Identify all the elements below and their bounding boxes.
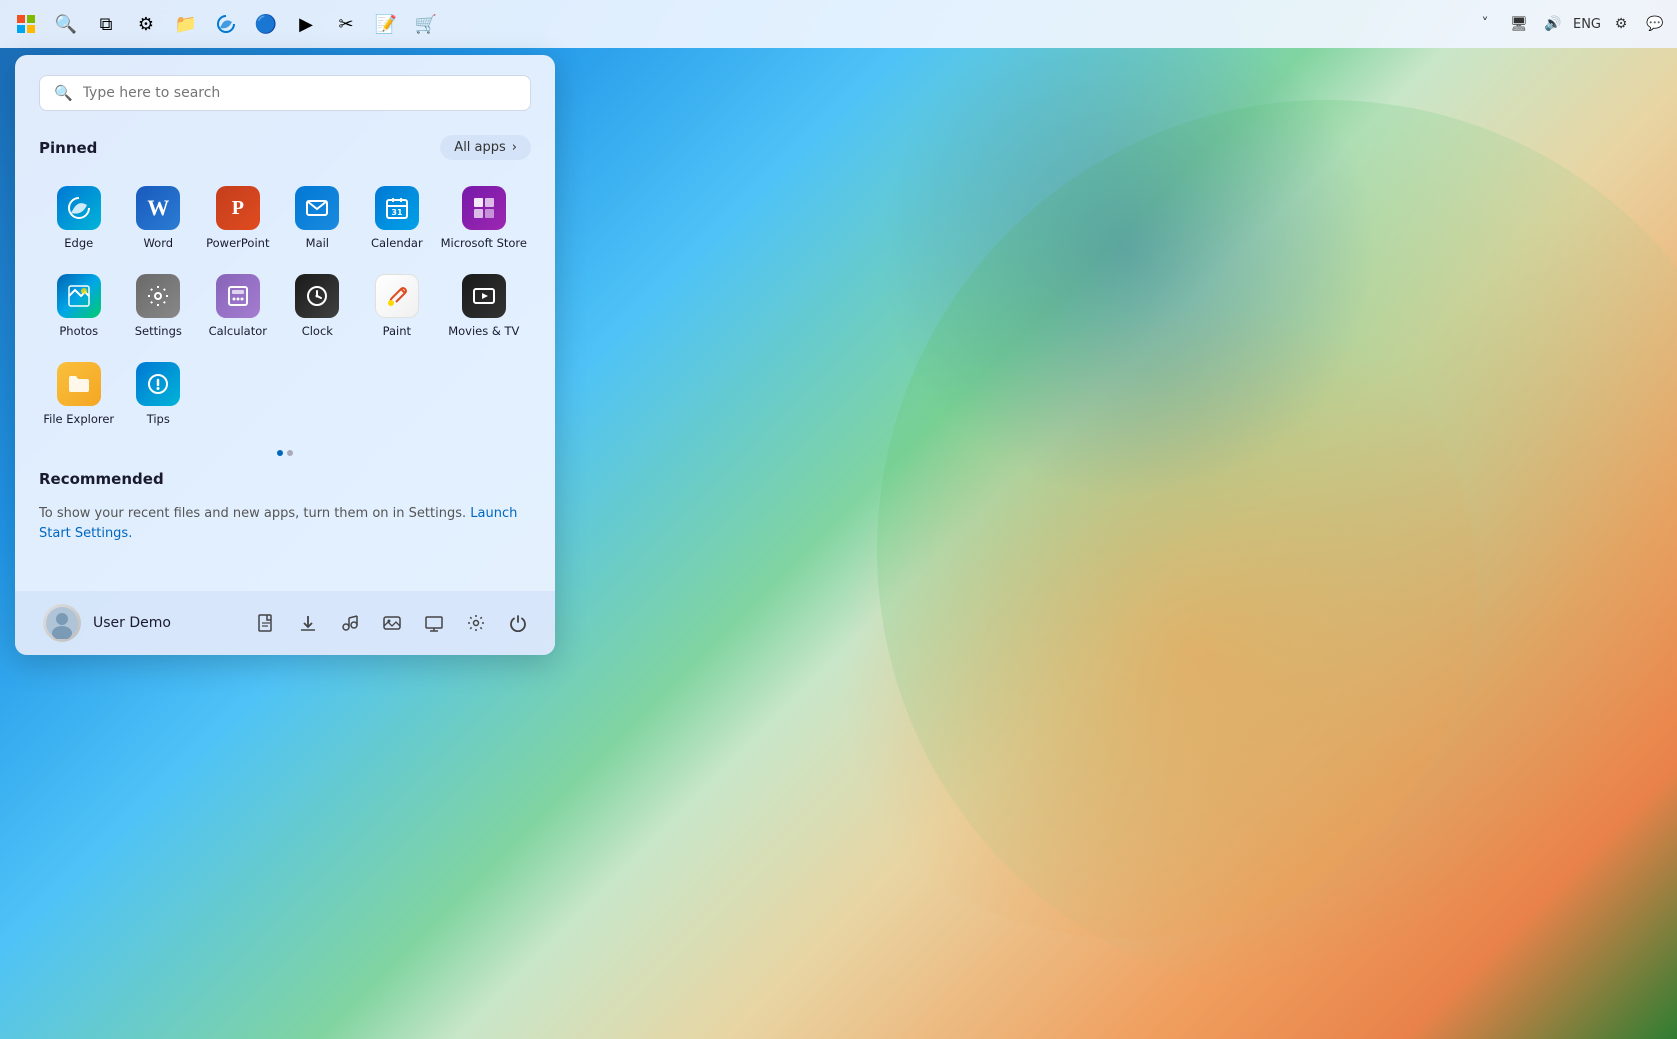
paint-label: Paint	[383, 324, 411, 338]
app-item-powerpoint[interactable]: P PowerPoint	[198, 176, 278, 260]
user-profile[interactable]: User Demo	[35, 598, 179, 648]
store-label: Microsoft Store	[441, 236, 527, 250]
snip-taskbar-button[interactable]: ✂	[328, 6, 364, 42]
settings-tray-icon[interactable]: ⚙	[1607, 10, 1635, 38]
browser2-taskbar-button[interactable]: 🔵	[248, 6, 284, 42]
calendar-icon: 31	[375, 186, 419, 230]
tips-label: Tips	[147, 412, 170, 426]
volume-icon[interactable]: 🔊	[1539, 10, 1567, 38]
windows-start-button[interactable]	[8, 6, 44, 42]
user-name: User Demo	[93, 615, 171, 631]
word-icon: W	[136, 186, 180, 230]
terminal-taskbar-button[interactable]: ▶	[288, 6, 324, 42]
network-icon[interactable]: 🖥	[1505, 10, 1533, 38]
recommended-header: Recommended	[39, 470, 531, 488]
chevron-right-icon: ›	[512, 140, 517, 155]
edge-taskbar-button[interactable]	[208, 6, 244, 42]
settings-icon	[136, 274, 180, 318]
pagination	[39, 444, 531, 462]
taskbar-left: 🔍 ⧉ ⚙ 📁 🔵 ▶ ✂ 📝 🛒	[8, 6, 444, 42]
task-view-button[interactable]: ⧉	[88, 6, 124, 42]
word-label: Word	[143, 236, 173, 250]
page-dot-2[interactable]	[287, 450, 293, 456]
store-taskbar-button[interactable]: 🛒	[408, 6, 444, 42]
language-indicator[interactable]: ENG	[1573, 17, 1601, 32]
photos-label: Photos	[59, 324, 98, 338]
recommended-description: To show your recent files and new apps, …	[39, 504, 531, 543]
chevron-icon[interactable]: ˅	[1471, 10, 1499, 38]
app-item-movies[interactable]: Movies & TV	[437, 264, 531, 348]
settings-taskbar-button[interactable]: ⚙	[128, 6, 164, 42]
file-explorer-taskbar-button[interactable]: 📁	[168, 6, 204, 42]
user-avatar	[43, 604, 81, 642]
store-icon	[462, 186, 506, 230]
paint-icon	[375, 274, 419, 318]
tips-icon	[136, 362, 180, 406]
footer-actions	[249, 606, 535, 640]
powerpoint-label: PowerPoint	[206, 236, 269, 250]
app-item-calculator[interactable]: Calculator	[198, 264, 278, 348]
app-item-word[interactable]: W Word	[119, 176, 199, 260]
explorer-label: File Explorer	[43, 412, 114, 426]
edge-label: Edge	[64, 236, 93, 250]
power-footer-btn[interactable]	[501, 606, 535, 640]
start-menu-footer: User Demo	[15, 591, 555, 655]
app-item-mail[interactable]: Mail	[278, 176, 358, 260]
start-menu: 🔍 Pinned All apps › Edge	[15, 55, 555, 655]
search-taskbar-button[interactable]: 🔍	[48, 6, 84, 42]
network-footer-btn[interactable]	[417, 606, 451, 640]
app-item-clock[interactable]: Clock	[278, 264, 358, 348]
movies-label: Movies & TV	[448, 324, 519, 338]
settings-label: Settings	[135, 324, 182, 338]
documents-footer-btn[interactable]	[249, 606, 283, 640]
all-apps-button[interactable]: All apps ›	[440, 135, 531, 160]
calculator-label: Calculator	[209, 324, 267, 338]
recommended-title: Recommended	[39, 470, 164, 488]
svg-text:31: 31	[391, 208, 403, 217]
edge-icon	[57, 186, 101, 230]
music-footer-btn[interactable]	[333, 606, 367, 640]
app-item-settings[interactable]: Settings	[119, 264, 199, 348]
calculator-icon	[216, 274, 260, 318]
notepad-taskbar-button[interactable]: 📝	[368, 6, 404, 42]
app-item-explorer[interactable]: File Explorer	[39, 352, 119, 436]
page-dot-1[interactable]	[277, 450, 283, 456]
app-item-tips[interactable]: Tips	[119, 352, 199, 436]
search-icon: 🔍	[54, 84, 73, 102]
pictures-footer-btn[interactable]	[375, 606, 409, 640]
mail-label: Mail	[306, 236, 329, 250]
app-item-edge[interactable]: Edge	[39, 176, 119, 260]
taskbar-right: ˅ 🖥 🔊 ENG ⚙ 💬	[1471, 10, 1669, 38]
photos-icon	[57, 274, 101, 318]
movies-icon	[462, 274, 506, 318]
clock-icon	[295, 274, 339, 318]
pinned-title: Pinned	[39, 139, 97, 157]
mail-icon	[295, 186, 339, 230]
start-menu-content: 🔍 Pinned All apps › Edge	[15, 55, 555, 591]
app-grid: Edge W Word P PowerPoint	[39, 176, 531, 436]
settings-footer-btn[interactable]	[459, 606, 493, 640]
taskbar: 🔍 ⧉ ⚙ 📁 🔵 ▶ ✂ 📝 🛒 ˅ 🖥 🔊 ENG ⚙ 💬	[0, 0, 1677, 48]
powerpoint-icon: P	[216, 186, 260, 230]
app-item-store[interactable]: Microsoft Store	[437, 176, 531, 260]
search-bar[interactable]: 🔍	[39, 75, 531, 111]
explorer-icon	[57, 362, 101, 406]
calendar-label: Calendar	[371, 236, 423, 250]
app-item-photos[interactable]: Photos	[39, 264, 119, 348]
clock-label: Clock	[302, 324, 333, 338]
search-input[interactable]	[83, 85, 516, 101]
downloads-footer-btn[interactable]	[291, 606, 325, 640]
pinned-section-header: Pinned All apps ›	[39, 135, 531, 160]
app-item-paint[interactable]: Paint	[357, 264, 437, 348]
app-item-calendar[interactable]: 31 Calendar	[357, 176, 437, 260]
recommended-section: Recommended To show your recent files an…	[39, 470, 531, 543]
notifications-icon[interactable]: 💬	[1641, 10, 1669, 38]
